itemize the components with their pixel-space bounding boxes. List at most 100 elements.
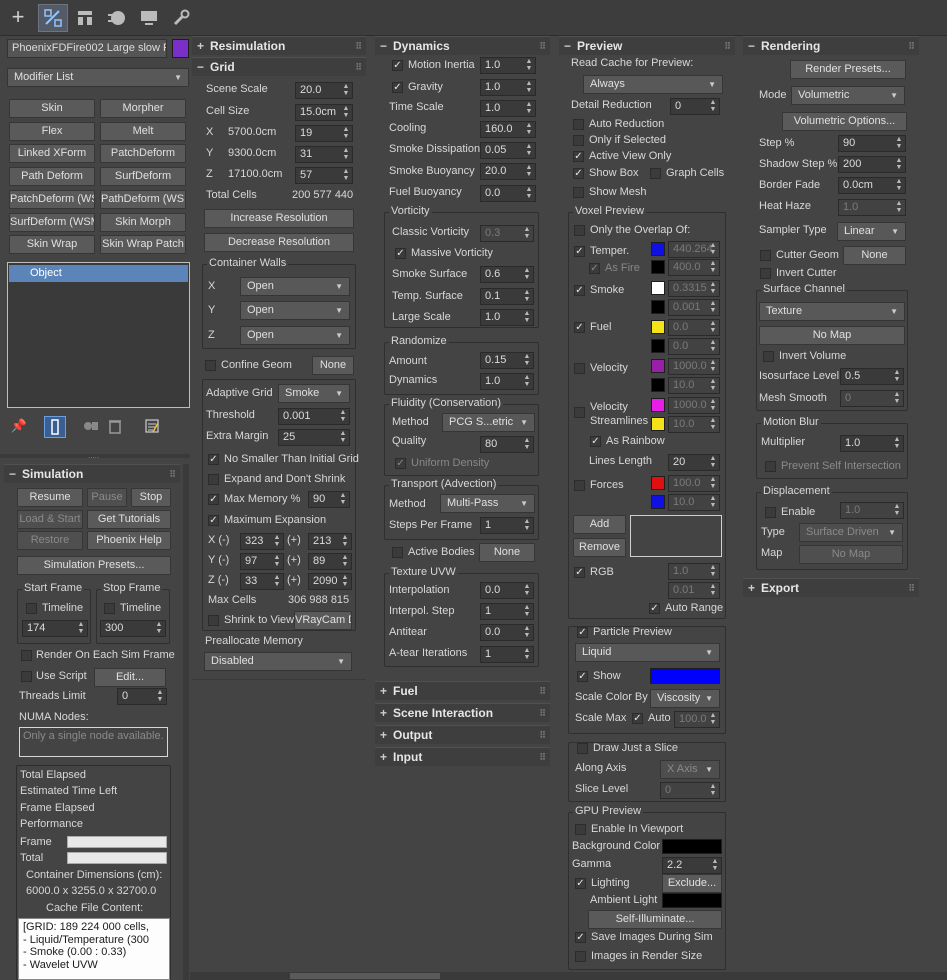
steps-per-frame-spinner[interactable]: 1 ▲ ▼ bbox=[480, 517, 534, 534]
velocity-min-spinner[interactable]: 10.0 ▲ ▼ bbox=[668, 377, 720, 394]
modifier-patchdeform-wsm-button[interactable]: PatchDeform (WSM bbox=[9, 190, 95, 209]
amount-spinner[interactable]: 0.15 ▲ ▼ bbox=[480, 352, 534, 369]
exp-y-minus-spinner[interactable]: 97 ▲ ▼ bbox=[240, 553, 284, 570]
add-channel-button[interactable]: Add bbox=[573, 515, 626, 534]
modifier-linked-xform-button[interactable]: Linked XForm bbox=[9, 144, 95, 163]
confine-geom-checkbox[interactable] bbox=[205, 360, 216, 371]
threshold-spinner[interactable]: 0.001 ▲ ▼ bbox=[278, 408, 350, 425]
modifier-pathdeform-wsm-button[interactable]: PathDeform (WSM bbox=[100, 190, 186, 209]
read-cache-dropdown[interactable]: Always ▼ bbox=[583, 75, 723, 94]
modifier-flex-button[interactable]: Flex bbox=[9, 122, 95, 141]
only-overlap-checkbox[interactable] bbox=[574, 225, 585, 236]
modifier-surfdeform-button[interactable]: SurfDeform bbox=[100, 167, 186, 186]
temperature-checkbox[interactable]: ✓ bbox=[574, 246, 585, 257]
preallocate-dropdown[interactable]: Disabled ▼ bbox=[204, 652, 352, 671]
rgb-spinner[interactable]: 1.0 ▲ ▼ bbox=[668, 563, 720, 580]
render-presets-button[interactable]: Render Presets... bbox=[790, 60, 906, 79]
images-render-size-checkbox[interactable] bbox=[575, 951, 586, 962]
show-box-checkbox[interactable]: ✓ bbox=[573, 168, 584, 179]
restore-button[interactable]: Restore bbox=[17, 531, 83, 550]
get-tutorials-button[interactable]: Get Tutorials bbox=[87, 510, 171, 529]
step-spinner[interactable]: 90 ▲ ▼ bbox=[838, 135, 906, 152]
vel-streamlines-spinner[interactable]: 1000.0 ▲ ▼ bbox=[668, 397, 720, 414]
as-fire-checkbox[interactable]: ✓ bbox=[589, 263, 600, 274]
fuel-min-spinner[interactable]: 0.0 ▲ ▼ bbox=[668, 338, 720, 355]
massive-vorticity-checkbox[interactable]: ✓ bbox=[395, 248, 406, 259]
smoke-color2-swatch[interactable] bbox=[651, 300, 665, 314]
fuel-spinner[interactable]: 0.0 ▲ ▼ bbox=[668, 319, 720, 336]
background-color-swatch[interactable] bbox=[662, 839, 722, 854]
resimulation-rollout-header[interactable]: + Resimulation ⠿ bbox=[192, 36, 366, 55]
as-fire-spinner[interactable]: 400.0 ▲ ▼ bbox=[668, 259, 720, 276]
cutter-geom-picker[interactable]: None bbox=[843, 246, 906, 265]
grid-rollout-header[interactable]: − Grid ⠿ bbox=[192, 57, 366, 76]
isosurface-level-spinner[interactable]: 0.5 ▲ ▼ bbox=[840, 368, 904, 385]
invert-cutter-checkbox[interactable] bbox=[760, 268, 771, 279]
x-cells-spinner[interactable]: 19 ▲ ▼ bbox=[295, 125, 353, 142]
confine-geom-picker[interactable]: None bbox=[312, 356, 354, 375]
smoke-color-swatch[interactable] bbox=[651, 281, 665, 295]
expand-shrink-checkbox[interactable] bbox=[208, 474, 219, 485]
temperature-spinner[interactable]: 440.264 ▲ ▼ bbox=[668, 241, 720, 258]
numa-nodes-field[interactable]: Only a single node available. bbox=[19, 727, 168, 757]
rendering-rollout-header[interactable]: − Rendering ⠿ bbox=[743, 36, 919, 55]
forces-min-spinner[interactable]: 10.0 ▲ ▼ bbox=[668, 494, 720, 511]
vel-streamlines-checkbox[interactable] bbox=[574, 407, 585, 418]
forces-checkbox[interactable] bbox=[574, 480, 585, 491]
modifier-morpher-button[interactable]: Morpher bbox=[100, 99, 186, 118]
stop-frame-spinner[interactable]: 300 ▲ ▼ bbox=[100, 620, 166, 637]
velocity-checkbox[interactable] bbox=[574, 363, 585, 374]
modifier-path-deform-button[interactable]: Path Deform bbox=[9, 167, 95, 186]
cooling-spinner[interactable]: 160.0 ▲ ▼ bbox=[480, 121, 536, 138]
shrink-view-checkbox[interactable] bbox=[208, 615, 219, 626]
particle-show-checkbox[interactable]: ✓ bbox=[577, 671, 588, 682]
modifier-stack-list[interactable]: Object bbox=[7, 262, 190, 408]
temperature-color-swatch[interactable] bbox=[651, 242, 665, 256]
lines-length-spinner[interactable]: 20 ▲ ▼ bbox=[668, 454, 720, 471]
scale-max-spinner[interactable]: 100.0 ▲ ▼ bbox=[674, 711, 720, 728]
motion-icon[interactable] bbox=[104, 4, 130, 32]
preview-rollout-header[interactable]: − Preview ⠿ bbox=[559, 36, 735, 55]
modify-icon[interactable] bbox=[38, 4, 68, 32]
border-fade-spinner[interactable]: 0.0cm ▲ ▼ bbox=[838, 177, 906, 194]
channel-list-box[interactable] bbox=[630, 515, 722, 557]
modifier-skin-wrap-button[interactable]: Skin Wrap bbox=[9, 235, 95, 254]
rand-dynamics-spinner[interactable]: 1.0 ▲ ▼ bbox=[480, 373, 534, 390]
output-rollout-header[interactable]: + Output ⠿ bbox=[375, 725, 550, 744]
start-frame-spinner[interactable]: 174 ▲ ▼ bbox=[22, 620, 88, 637]
increase-resolution-button[interactable]: Increase Resolution bbox=[204, 209, 354, 228]
cell-size-spinner[interactable]: 15.0cm ▲ ▼ bbox=[295, 104, 353, 121]
simulation-presets-button[interactable]: Simulation Presets... bbox=[17, 556, 171, 575]
z-cells-spinner[interactable]: 57 ▲ ▼ bbox=[295, 167, 353, 184]
stop-button[interactable]: Stop bbox=[131, 488, 171, 507]
motion-inertia-spinner[interactable]: 1.0 ▲ ▼ bbox=[480, 57, 536, 74]
forces-spinner[interactable]: 100.0 ▲ ▼ bbox=[668, 475, 720, 492]
decrease-resolution-button[interactable]: Decrease Resolution bbox=[204, 233, 354, 252]
resume-button[interactable]: Resume bbox=[17, 488, 83, 507]
exclude-button[interactable]: Exclude... bbox=[662, 874, 722, 893]
shadow-step-spinner[interactable]: 200 ▲ ▼ bbox=[838, 156, 906, 173]
transport-method-dropdown[interactable]: Multi-Pass ▼ bbox=[440, 494, 535, 513]
vel-streamlines-min-spinner[interactable]: 10.0 ▲ ▼ bbox=[668, 416, 720, 433]
auto-range-checkbox[interactable]: ✓ bbox=[649, 603, 660, 614]
pin-stack-icon[interactable]: 📌 bbox=[10, 418, 28, 436]
fuel-buoyancy-spinner[interactable]: 0.0 ▲ ▼ bbox=[480, 185, 536, 202]
make-unique-icon[interactable] bbox=[82, 418, 100, 436]
exp-y-plus-spinner[interactable]: 89 ▲ ▼ bbox=[308, 553, 352, 570]
horizontal-scrollbar[interactable] bbox=[190, 972, 947, 980]
as-rainbow-checkbox[interactable]: ✓ bbox=[590, 436, 601, 447]
active-view-checkbox[interactable]: ✓ bbox=[573, 151, 584, 162]
fuel-color-swatch[interactable] bbox=[651, 320, 665, 334]
simulation-rollout-header[interactable]: − Simulation ⠿ bbox=[4, 464, 180, 483]
create-icon[interactable]: + bbox=[4, 4, 32, 32]
hierarchy-icon[interactable] bbox=[72, 4, 98, 32]
show-mesh-checkbox[interactable] bbox=[573, 187, 584, 198]
interpolation-spinner[interactable]: 0.0 ▲ ▼ bbox=[480, 582, 534, 599]
input-rollout-header[interactable]: + Input ⠿ bbox=[375, 747, 550, 766]
volumetric-options-button[interactable]: Volumetric Options... bbox=[782, 112, 907, 131]
smoke-spinner[interactable]: 0.3315 ▲ ▼ bbox=[668, 280, 720, 297]
classic-vorticity-spinner[interactable]: 0.3 ▲ ▼ bbox=[480, 225, 534, 242]
smoke-dissipation-spinner[interactable]: 0.05 ▲ ▼ bbox=[480, 142, 536, 159]
stop-timeline-checkbox[interactable] bbox=[104, 603, 115, 614]
forces-color2-swatch[interactable] bbox=[651, 495, 665, 509]
